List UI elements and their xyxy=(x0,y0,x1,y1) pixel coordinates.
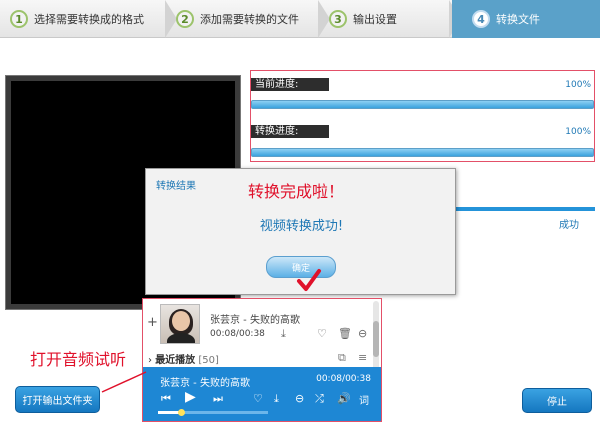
progress-panel: 当前进度: 100% 转换进度: 100% xyxy=(250,70,595,162)
stop-button[interactable]: 停止 xyxy=(522,388,592,413)
step-3-label: 输出设置 xyxy=(353,13,397,26)
next-icon[interactable]: ⏭ xyxy=(213,392,223,406)
download-icon[interactable]: ⤓ xyxy=(274,392,279,406)
step-1[interactable]: 1 选择需要转换成的格式 xyxy=(0,0,177,38)
check-icon xyxy=(297,269,321,291)
file-progress-line xyxy=(452,207,595,211)
heart-icon[interactable]: ♡ xyxy=(317,327,327,340)
convert-progress-label: 转换进度: xyxy=(251,125,329,138)
trash-icon[interactable]: 🗑 xyxy=(338,327,352,340)
more-icon[interactable]: ⊖ xyxy=(295,392,304,405)
previous-icon[interactable]: ⏮ xyxy=(161,392,171,406)
current-progress-label: 当前进度: xyxy=(251,78,329,91)
heart-icon[interactable]: ♡ xyxy=(253,392,263,405)
step-1-label: 选择需要转换成的格式 xyxy=(34,13,144,26)
shuffle-icon[interactable]: ⤮ xyxy=(315,392,324,406)
lyrics-button[interactable]: 词 xyxy=(359,392,369,407)
now-playing-title: 张芸京 - 失败的高歌 xyxy=(160,378,250,389)
seek-handle[interactable] xyxy=(178,409,186,416)
add-icon[interactable]: + xyxy=(147,315,158,330)
step-2[interactable]: 2 添加需要转换的文件 xyxy=(168,0,330,38)
step-4[interactable]: 4 转换文件 xyxy=(452,0,600,38)
recent-label: 最近播放 xyxy=(155,355,196,366)
music-player: + 张芸京 - 失败的高歌 00:08/00:38 ⤓ ♡ 🗑 ⊖ › 最近播放… xyxy=(142,298,382,422)
convert-progress-percent: 100% xyxy=(565,127,591,137)
album-cover xyxy=(160,304,200,344)
chevron-right-icon: › xyxy=(148,355,152,366)
play-icon[interactable]: ▶ xyxy=(185,389,196,405)
annotation-done: 转换完成啦！ xyxy=(248,182,345,201)
step-2-label: 添加需要转换的文件 xyxy=(200,13,299,26)
step-4-number: 4 xyxy=(472,10,490,28)
dialog-title: 转换结果 xyxy=(156,181,196,192)
volume-icon[interactable]: 🔊 xyxy=(337,392,351,405)
convert-progress-bar xyxy=(251,148,594,157)
more-icon[interactable]: ⊖ xyxy=(358,327,367,340)
step-4-label: 转换文件 xyxy=(496,13,540,26)
current-progress-percent: 100% xyxy=(565,80,591,90)
step-bar: 1 选择需要转换成的格式 2 添加需要转换的文件 3 输出设置 4 转换文件 xyxy=(0,0,600,38)
menu-icon[interactable]: ≡ xyxy=(358,351,367,364)
dialog-message: 视频转换成功! xyxy=(259,219,344,234)
now-playing-time: 00:08/00:38 xyxy=(316,374,371,384)
current-progress-bar xyxy=(251,100,594,109)
song-title: 张芸京 - 失败的高歌 xyxy=(210,315,300,326)
now-playing-bar: 张芸京 - 失败的高歌 00:08/00:38 ⏮ ▶ ⏭ ♡ ⤓ ⊖ ⤮ 🔊 … xyxy=(143,367,381,421)
step-2-number: 2 xyxy=(176,10,194,28)
step-3[interactable]: 3 输出设置 xyxy=(321,0,461,38)
step-3-number: 3 xyxy=(329,10,347,28)
share-icon[interactable]: ⧉ xyxy=(338,351,346,365)
song-time: 00:08/00:38 xyxy=(210,329,265,339)
download-icon[interactable]: ⤓ xyxy=(281,327,286,341)
recent-header[interactable]: › 最近播放 [50] xyxy=(148,351,219,366)
status-text: 成功 xyxy=(559,220,579,231)
arrow-icon xyxy=(101,371,147,393)
step-1-number: 1 xyxy=(10,10,28,28)
recent-count: [50] xyxy=(198,355,219,366)
open-output-folder-button[interactable]: 打开输出文件夹 xyxy=(15,386,100,413)
